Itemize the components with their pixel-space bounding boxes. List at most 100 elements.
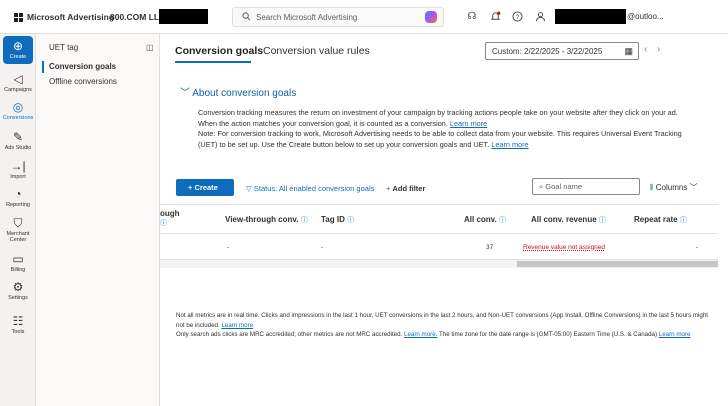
subnav-item-offline-conversions[interactable]: Offline conversions (49, 77, 117, 86)
column-header-all-conv[interactable]: All conv. ⓘ (464, 215, 506, 225)
active-indicator (42, 61, 44, 73)
scrollbar-thumb[interactable] (517, 261, 718, 267)
calendar-icon: ▦ (624, 46, 633, 56)
about-section-toggle[interactable]: ﹀ About conversion goals (180, 84, 296, 99)
grid-header: ough ⓘ View-through conv. ⓘ Tag ID ⓘ All… (160, 204, 718, 234)
brand-logo[interactable]: Microsoft Advertising (14, 12, 114, 22)
user-avatar-icon[interactable] (534, 11, 546, 23)
status-filter-label: Status: All enabled conversion goals (253, 184, 375, 193)
create-button[interactable]: + Create (176, 179, 234, 196)
subnav-item-uet-tag[interactable]: UET tag (49, 43, 78, 52)
tab-conversion-value-rules[interactable]: Conversion value rules (263, 45, 370, 57)
left-rail: ⊕ Create ◁ Campaigns ◎ Conversions ✎ Ads… (0, 34, 36, 406)
help-icon[interactable]: ⓘ (347, 217, 354, 224)
column-header-label: All conv. revenue (531, 215, 597, 224)
rail-item-tools[interactable]: ☷ Tools (0, 314, 36, 335)
svg-text:?: ? (515, 14, 519, 21)
gear-icon: ⚙ (12, 280, 24, 294)
rail-item-merchant-center[interactable]: ⛉ Merchant Center (0, 216, 36, 243)
learn-more-link[interactable]: Learn more. (404, 331, 437, 338)
add-filter-button[interactable]: + Add filter (386, 184, 425, 193)
date-range-picker[interactable]: Custom: 2/22/2025 - 3/22/2025 ▦ (485, 42, 639, 60)
account-redaction (159, 9, 208, 24)
rail-item-billing[interactable]: ▭ Billing (0, 252, 36, 273)
columns-button[interactable]: ⦀ Columns ﹀ (650, 182, 698, 193)
chevron-down-icon: ﹀ (180, 88, 190, 99)
learn-more-link[interactable]: Learn more (491, 140, 528, 149)
plus-circle-icon: ⊕ (12, 39, 24, 53)
cell-all-conv[interactable]: 37 (486, 244, 493, 251)
column-header-label: View-through conv. (225, 215, 299, 224)
column-header-label: All conv. (464, 215, 497, 224)
main-content: Conversion goals Conversion value rules … (160, 34, 718, 406)
grid-toolbar: + Create ▽ Status: All enabled conversio… (160, 174, 718, 202)
top-bar: Microsoft Advertising 800.COM LLC ( Sear… (0, 0, 728, 34)
column-header-repeat-rate[interactable]: Repeat rate ⓘ (634, 215, 687, 225)
rail-item-import[interactable]: →| Import (0, 159, 36, 180)
rail-label: Tools (11, 329, 25, 335)
help-icon[interactable]: ⓘ (301, 217, 308, 224)
about-description: Conversion tracking measures the return … (198, 108, 698, 150)
column-header-tag-id[interactable]: Tag ID ⓘ (321, 215, 354, 225)
cell-repeat-rate: - (696, 244, 699, 251)
help-icon[interactable]: ⓘ (499, 217, 506, 224)
learn-more-link[interactable]: Learn more (221, 322, 253, 329)
headset-icon[interactable]: ☊ (466, 11, 478, 23)
about-paragraph-1: Conversion tracking measures the return … (198, 108, 678, 128)
chevron-right-icon[interactable]: › (657, 44, 660, 55)
help-icon[interactable]: ⓘ (680, 217, 687, 224)
tab-conversion-goals[interactable]: Conversion goals (175, 45, 263, 57)
learn-more-link[interactable]: Learn more (450, 119, 487, 128)
help-icon[interactable]: ? (511, 11, 523, 23)
notification-bell-icon[interactable] (489, 11, 501, 23)
columns-label: Columns (655, 183, 688, 192)
rail-label: Campaigns (4, 87, 32, 93)
goal-name-search[interactable]: ⌕ Goal name (532, 178, 640, 195)
global-search[interactable]: Search Microsoft Advertising (232, 7, 444, 27)
rail-create-button[interactable]: ⊕ Create (3, 36, 33, 64)
cell-all-conv-revenue[interactable]: Revenue value not assigned (523, 244, 605, 251)
rail-label: Billing (10, 267, 26, 273)
column-header-label: Tag ID (321, 215, 345, 224)
rail-item-ads-studio[interactable]: ✎ Ads Studio (0, 130, 36, 151)
pencil-box-icon: ✎ (12, 130, 24, 144)
rail-item-reporting[interactable]: ◔ Reporting (0, 187, 36, 208)
search-icon (242, 11, 251, 23)
rail-label: Import (10, 174, 26, 180)
filter-icon: ▽ (246, 184, 254, 193)
tab-underline (175, 61, 251, 63)
collapse-panel-icon[interactable]: ◫ (146, 43, 154, 52)
column-header-label: ough (160, 209, 180, 218)
rail-label: Create (9, 54, 27, 60)
rail-item-settings[interactable]: ⚙ Settings (0, 280, 36, 301)
shopping-bag-icon: ⛉ (13, 216, 23, 230)
rail-label: Ads Studio (4, 145, 32, 151)
column-header-all-conv-revenue[interactable]: All conv. revenue ⓘ (531, 215, 606, 225)
add-filter-label: Add filter (392, 184, 426, 193)
column-header-view-through-conv[interactable]: View-through conv. ⓘ (225, 215, 308, 225)
goal-search-placeholder: Goal name (545, 182, 582, 191)
column-header-truncated[interactable]: ough ⓘ (160, 209, 180, 228)
table-row[interactable]: - - 37 Revenue value not assigned - (160, 234, 718, 260)
cell-view-through-conv: - (227, 244, 230, 251)
column-header-label: Repeat rate (634, 215, 678, 224)
user-name-redaction (555, 9, 626, 24)
chevron-left-icon[interactable]: ‹ (644, 44, 647, 55)
learn-more-link[interactable]: Learn more (659, 331, 691, 338)
rail-label: Reporting (6, 202, 30, 208)
help-icon[interactable]: ⓘ (160, 220, 167, 227)
chevron-down-icon: ﹀ (689, 183, 698, 192)
status-filter[interactable]: ▽ Status: All enabled conversion goals (246, 184, 374, 193)
user-email[interactable]: @outloo... (627, 12, 664, 21)
footnote-line-1: Not all metrics are in real time. Clicks… (176, 312, 709, 329)
microsoft-logo-icon (14, 12, 23, 22)
copilot-icon[interactable] (425, 11, 437, 23)
rail-item-conversions[interactable]: ◎ Conversions (0, 100, 36, 121)
date-range-value: Custom: 2/22/2025 - 3/22/2025 (492, 47, 603, 56)
rail-item-campaigns[interactable]: ◁ Campaigns (0, 72, 36, 93)
subnav-item-conversion-goals[interactable]: Conversion goals (49, 62, 116, 71)
timezone-note: The time zone for the date range is (GMT… (439, 331, 658, 338)
footnote-line-2: Only search ads clicks are MRC accredite… (176, 331, 403, 338)
help-icon[interactable]: ⓘ (599, 217, 606, 224)
search-placeholder: Search Microsoft Advertising (256, 12, 358, 22)
